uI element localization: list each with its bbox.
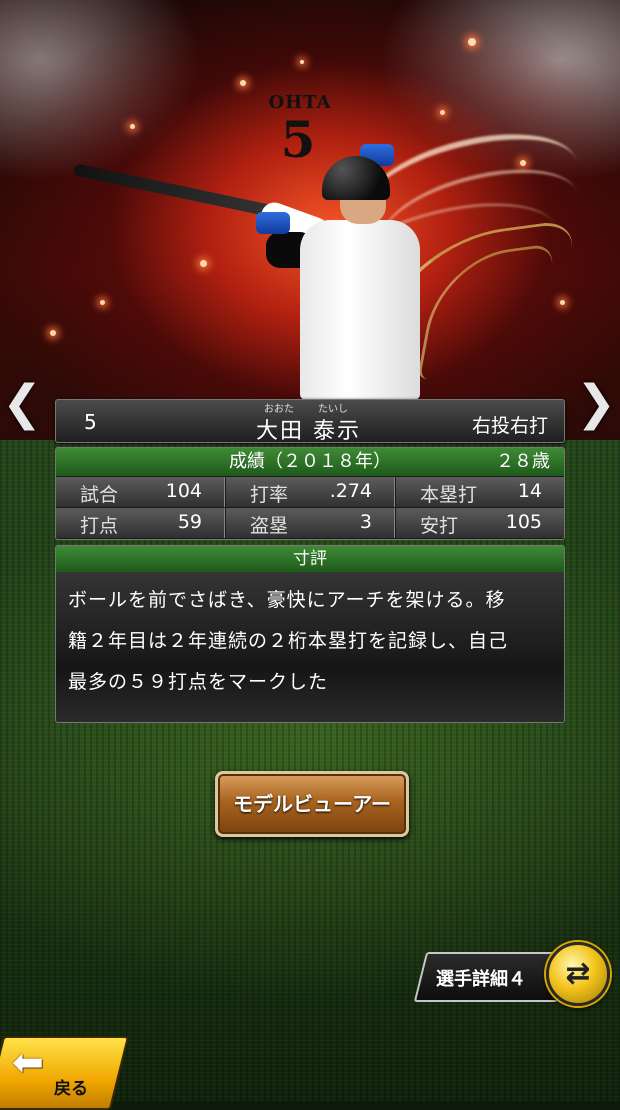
bat: [72, 163, 272, 217]
jersey-number: 5: [280, 110, 316, 169]
back-arrow-icon[interactable]: ⬅: [12, 1040, 44, 1084]
review-panel: 寸評 ボールを前でさばき、豪快にアーチを架ける。移 籍２年目は２年連続の２桁本塁…: [55, 545, 565, 723]
stat-label: 打率: [250, 484, 289, 506]
stat-value: 3: [359, 511, 372, 533]
stats-header: 成績（２０１８年） ２８歳: [56, 448, 564, 476]
jersey: [300, 220, 420, 400]
stat-label: 本塁打: [420, 484, 478, 506]
review-line: 最多の５９打点をマークした: [68, 671, 329, 693]
throw-bat-hand: 右投右打: [471, 415, 548, 437]
stats-panel: 成績（２０１８年） ２８歳 試合 104 打率 .274 本塁打 14 打点 59 盗塁…: [55, 447, 565, 540]
stat-value: 59: [177, 511, 202, 533]
stat-cell: 試合 104: [56, 477, 225, 507]
player-name: 大田 泰示: [256, 419, 361, 444]
review-text: ボールを前でさばき、豪快にアーチを架ける。移 籍２年目は２年連続の２桁本塁打を記…: [56, 572, 564, 703]
player-detail-label[interactable]: 選手詳細４: [436, 965, 526, 991]
stat-value: 105: [505, 511, 542, 533]
stat-cell: 盗塁 3: [226, 508, 395, 538]
stat-label: 安打: [420, 515, 459, 537]
player-image: [60, 140, 420, 400]
back-label[interactable]: 戻る: [54, 1074, 88, 1099]
next-player-arrow-icon[interactable]: ❯: [576, 378, 616, 428]
stat-label: 盗塁: [250, 515, 289, 537]
stats-row: 試合 104 打率 .274 本塁打 14: [56, 477, 564, 508]
review-line: 籍２年目は２年連続の２桁本塁打を記録し、自己: [68, 630, 509, 652]
swap-arrows-icon[interactable]: ⇄: [546, 942, 610, 1006]
uniform-number: 5: [84, 410, 97, 434]
stat-value: 14: [517, 480, 542, 502]
stat-cell: 打率 .274: [226, 477, 395, 507]
stat-label: 試合: [80, 484, 119, 506]
stat-label: 打点: [80, 515, 119, 537]
stat-value: 104: [165, 480, 202, 502]
review-title: 寸評: [56, 546, 564, 572]
stat-value: .274: [329, 480, 372, 502]
stats-row: 打点 59 盗塁 3 安打 105: [56, 508, 564, 539]
prev-player-arrow-icon[interactable]: ❮: [2, 378, 42, 428]
stat-cell: 打点 59: [56, 508, 225, 538]
stat-cell: 本塁打 14: [396, 477, 564, 507]
model-viewer-button[interactable]: モデルビューアー: [215, 771, 409, 837]
player-age: ２８歳: [496, 451, 550, 472]
batting-glove: [256, 212, 290, 234]
stat-cell: 安打 105: [396, 508, 564, 538]
stats-title: 成績（２０１８年）: [229, 451, 391, 472]
review-line: ボールを前でさばき、豪快にアーチを架ける。移: [68, 589, 506, 611]
player-name-bar: 5 おおた たいし 大田 泰示 右投右打: [55, 399, 565, 444]
